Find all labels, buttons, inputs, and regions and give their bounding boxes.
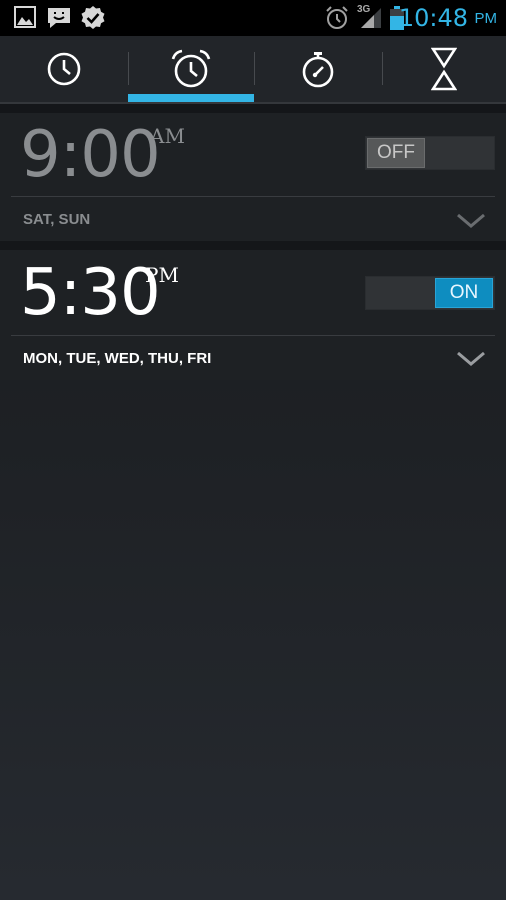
alarm-time[interactable]: 5:30 xyxy=(20,261,161,325)
alarm-toggle-switch[interactable]: ON xyxy=(365,276,495,310)
chevron-down-icon[interactable] xyxy=(456,350,486,368)
chat-icon xyxy=(48,8,70,28)
alarm-ampm: AM xyxy=(150,124,185,148)
screen: 3G 10:48 PM 9:00 AM OFF SAT, SUN 5:30 PM… xyxy=(0,0,506,900)
chevron-down-icon[interactable] xyxy=(456,212,486,230)
clock-icon xyxy=(47,52,81,86)
signal-icon xyxy=(361,8,381,28)
status-time: 10:48 xyxy=(398,4,468,32)
alarm-divider xyxy=(11,196,495,197)
alarm-repeat-days: MON, TUE, WED, THU, FRI xyxy=(23,350,212,367)
alarm-ampm: PM xyxy=(145,263,179,287)
tab-clock[interactable] xyxy=(0,36,128,102)
alarm-item[interactable]: 5:30 PM ON MON, TUE, WED, THU, FRI xyxy=(0,250,506,380)
stopwatch-icon xyxy=(302,52,334,88)
alarm-icon xyxy=(171,49,211,88)
timer-icon xyxy=(431,47,457,91)
switch-thumb: OFF xyxy=(367,138,425,168)
check-badge-icon xyxy=(81,6,105,29)
status-bar: 3G 10:48 PM xyxy=(0,0,506,36)
alarm-toggle-switch[interactable]: OFF xyxy=(365,136,495,170)
alarm-item[interactable]: 9:00 AM OFF SAT, SUN xyxy=(0,113,506,241)
list-divider xyxy=(0,241,506,250)
alarm-clock-icon xyxy=(326,6,348,29)
tab-stopwatch[interactable] xyxy=(254,36,382,102)
status-ampm: PM xyxy=(474,10,498,27)
tab-timer[interactable] xyxy=(382,36,506,102)
alarm-divider xyxy=(11,335,495,336)
selected-tab-indicator xyxy=(128,94,254,102)
alarm-repeat-days: SAT, SUN xyxy=(23,211,91,228)
gallery-icon xyxy=(14,6,36,28)
alarm-time[interactable]: 9:00 xyxy=(20,123,161,187)
tab-bar xyxy=(0,36,506,104)
tab-alarm[interactable] xyxy=(128,36,254,102)
list-divider xyxy=(0,104,506,113)
switch-thumb: ON xyxy=(435,278,493,308)
